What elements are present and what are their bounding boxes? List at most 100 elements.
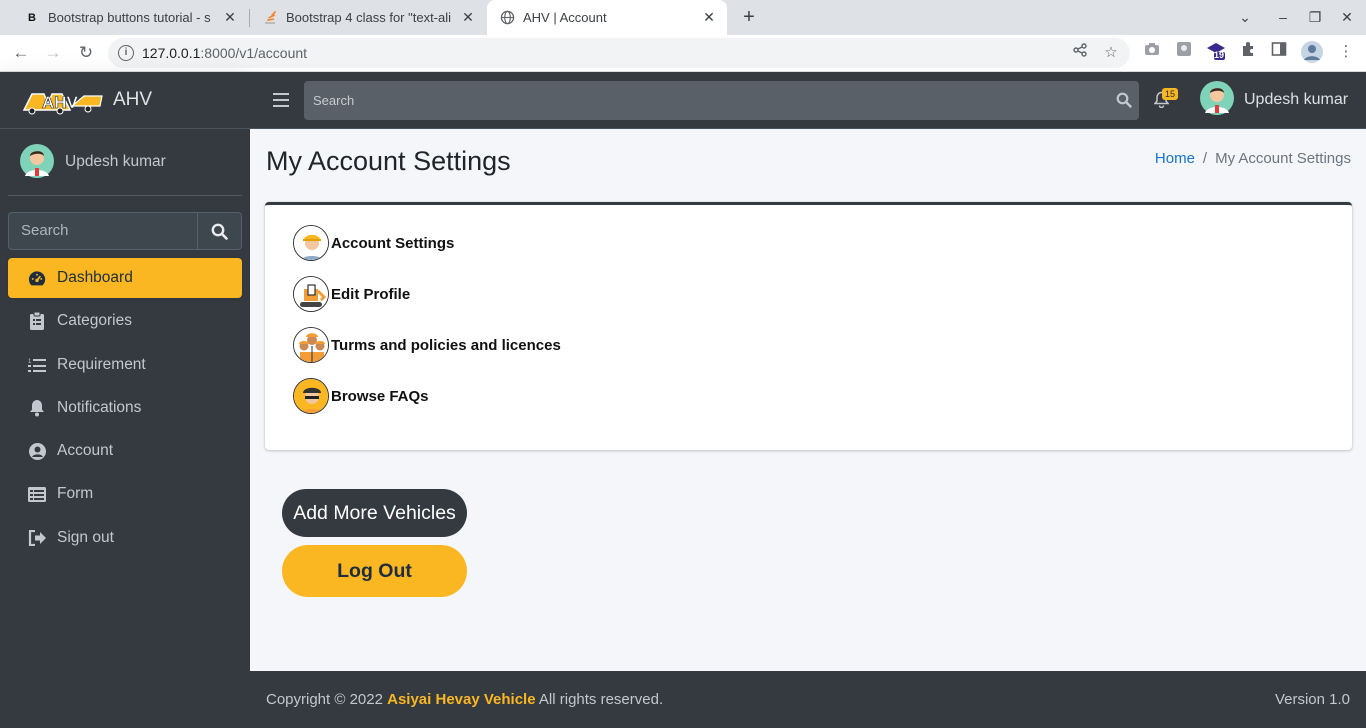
option-label: Browse FAQs (331, 387, 429, 405)
top-search-placeholder: Search (313, 93, 355, 108)
top-search-input[interactable]: Search (304, 81, 1139, 120)
svg-text:1: 1 (28, 359, 32, 365)
sidebar-user-name[interactable]: Updesh kumar (65, 153, 166, 171)
search-icon (211, 223, 228, 240)
close-tab-icon[interactable]: ✕ (460, 9, 476, 26)
footer-copyright: Copyright © 2022 Asiyai Hevay Vehicle Al… (266, 691, 663, 708)
browser-tab-bootstrap-buttons[interactable]: B Bootstrap buttons tutorial - s ✕ (12, 0, 248, 35)
sidebar-item-categories[interactable]: Categories (8, 301, 242, 341)
main-content: My Account Settings Home / My Account Sett… (250, 129, 1366, 671)
sidebar-item-sign-out[interactable]: Sign out (8, 518, 242, 558)
clipboard-icon (28, 312, 46, 331)
log-out-button[interactable]: Log Out (282, 545, 467, 597)
user-avatar (20, 143, 54, 181)
browser-tab-bar: B Bootstrap buttons tutorial - s ✕ Boots… (0, 0, 1366, 35)
option-label: Turms and policies and licences (331, 336, 561, 354)
sidebar-search: Search (8, 212, 242, 250)
sidebar-user-panel[interactable]: Updesh kumar (8, 129, 242, 196)
browser-menu-icon[interactable]: ⋮ (1335, 41, 1357, 63)
browse-faqs-option[interactable]: Browse FAQs (293, 378, 429, 414)
copyright-prefix: Copyright © 2022 (266, 691, 383, 708)
top-navbar: Search 15 Updesh kumar (250, 72, 1366, 129)
breadcrumb-separator: / (1202, 150, 1208, 167)
profile-avatar-icon[interactable] (1300, 40, 1323, 63)
account-settings-option[interactable]: Account Settings (293, 225, 454, 261)
browser-tab-account[interactable]: AHV | Account ✕ (487, 0, 727, 35)
sidebar-item-label: Account (57, 442, 114, 460)
add-more-vehicles-button[interactable]: Add More Vehicles (282, 489, 467, 537)
brand-link[interactable]: AHV AHV (0, 72, 250, 129)
sidebar-nav: Dashboard Categories 1 Requirement Notif… (8, 258, 242, 561)
sidebar-item-label: Notifications (57, 398, 142, 416)
sidebar-search-input[interactable]: Search (8, 212, 197, 250)
globe-icon (499, 10, 515, 26)
sidebar-item-label: Form (57, 485, 94, 503)
sign-out-icon (28, 529, 46, 547)
bookmark-star-icon[interactable]: ☆ (1101, 43, 1121, 63)
bell-icon (28, 399, 46, 417)
tab-title: Bootstrap 4 class for "text-ali (286, 10, 452, 25)
terms-policies-option[interactable]: Turms and policies and licences (293, 327, 561, 363)
page-title: My Account Settings (266, 146, 511, 176)
extension-image-icon[interactable] (1173, 41, 1195, 63)
close-window-icon[interactable]: ✕ (1331, 0, 1363, 35)
search-icon[interactable] (1116, 92, 1132, 111)
browser-tab-stackoverflow[interactable]: Bootstrap 4 class for "text-ali ✕ (250, 0, 486, 35)
extensions-puzzle-icon[interactable] (1237, 41, 1259, 63)
top-user-name: Updesh kumar (1244, 90, 1349, 108)
sidebar-item-requirement[interactable]: 1 Requirement (8, 345, 242, 385)
extension-graduation-icon[interactable]: 19 (1205, 41, 1227, 63)
footer-brand-link[interactable]: Asiyai Hevay Vehicle (387, 691, 535, 708)
minimize-icon[interactable]: – (1267, 0, 1299, 35)
browser-address-bar: ← → ↻ i 127.0.0.1:8000/v1/account ☆ 19 ⋮ (0, 35, 1366, 72)
account-settings-card: Account Settings Edit Profile Turms and … (265, 202, 1352, 450)
share-icon[interactable] (1070, 43, 1090, 63)
sidebar-item-label: Dashboard (57, 269, 133, 286)
tab-title: AHV | Account (523, 10, 607, 25)
camera-icon[interactable] (1141, 41, 1163, 63)
option-label: Account Settings (331, 234, 455, 252)
bootstrap-favicon-icon: B (28, 11, 36, 24)
close-tab-icon[interactable]: ✕ (222, 9, 238, 26)
edit-profile-option[interactable]: Edit Profile (293, 276, 410, 312)
close-tab-icon[interactable]: ✕ (701, 9, 717, 26)
sidebar-item-account[interactable]: Account (8, 431, 242, 471)
footer-version: Version 1.0 (1274, 691, 1350, 708)
option-label: Edit Profile (331, 285, 411, 303)
sidebar-item-form[interactable]: Form (8, 474, 242, 514)
extension-badge: 19 (1214, 50, 1225, 60)
driver-avatar-icon (293, 378, 329, 414)
side-panel-icon[interactable] (1268, 41, 1290, 63)
reload-icon[interactable]: ↻ (73, 40, 99, 66)
maximize-icon[interactable]: ❐ (1299, 0, 1331, 35)
ahv-logo: AHV (22, 84, 104, 116)
worker-avatar-icon (293, 225, 329, 261)
url-field[interactable]: i 127.0.0.1:8000/v1/account ☆ (108, 38, 1130, 68)
url-text: 127.0.0.1:8000/v1/account (142, 45, 308, 61)
forward-icon[interactable]: → (40, 40, 66, 66)
brand-name: AHV (113, 89, 153, 110)
back-icon[interactable]: ← (8, 40, 34, 66)
breadcrumb-current: My Account Settings (1215, 150, 1351, 167)
sidebar-item-notifications[interactable]: Notifications (8, 388, 242, 428)
site-info-icon[interactable]: i (118, 45, 134, 61)
copyright-suffix: All rights reserved. (538, 691, 664, 708)
tab-search-icon[interactable]: ⌄ (1229, 0, 1261, 35)
notification-count-badge: 15 (1162, 88, 1179, 100)
table-list-icon (28, 485, 46, 503)
tab-title: Bootstrap buttons tutorial - s (48, 10, 211, 25)
hamburger-menu-icon[interactable] (273, 93, 289, 107)
breadcrumb-home-link[interactable]: Home (1155, 150, 1195, 167)
sidebar-search-button[interactable] (197, 212, 242, 250)
user-avatar (1200, 81, 1234, 118)
sidebar-item-dashboard[interactable]: Dashboard (8, 258, 242, 298)
breadcrumb: Home / My Account Settings (1155, 150, 1351, 167)
excavator-avatar-icon (293, 276, 329, 312)
stackoverflow-icon (262, 10, 278, 26)
sidebar-item-label: Sign out (57, 528, 114, 546)
sidebar-item-label: Requirement (57, 355, 146, 373)
new-tab-button[interactable]: + (737, 4, 761, 30)
sidebar: AHV AHV Updesh kumar Search Dashboard Ca… (0, 72, 250, 728)
tachometer-icon (28, 269, 46, 287)
top-user-menu[interactable]: Updesh kumar (1200, 81, 1348, 118)
